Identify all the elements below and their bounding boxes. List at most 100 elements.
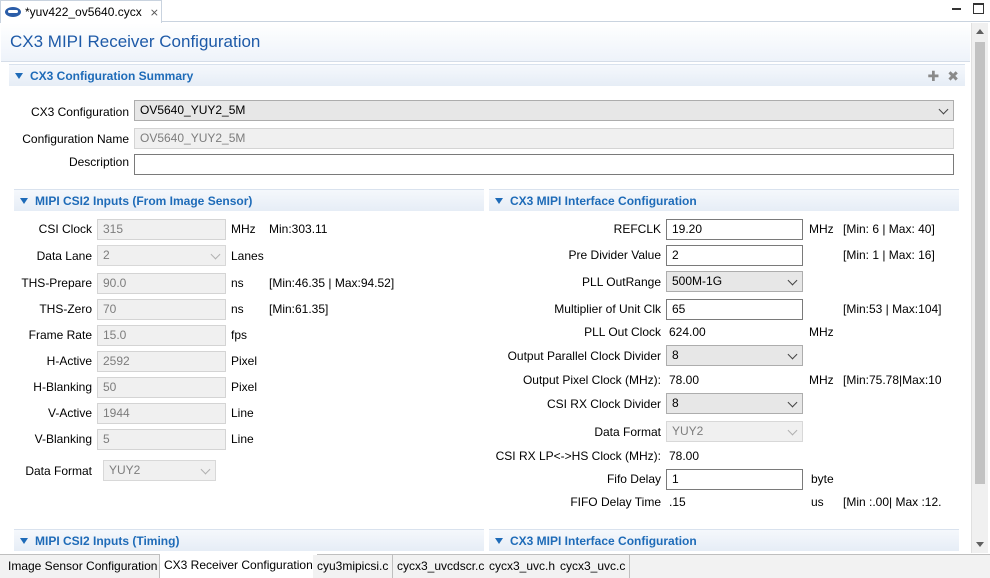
config-label: CX3 Configuration <box>30 105 129 119</box>
pll-outrange-select[interactable]: 500M-1G <box>666 271 803 292</box>
config-select[interactable]: OV5640_YUY2_5M <box>134 100 954 121</box>
v-blanking-field[interactable]: 5 <box>97 429 226 450</box>
chevron-down-icon <box>787 349 798 360</box>
fifo-delay-field[interactable]: 1 <box>666 469 803 490</box>
summary-section-title: CX3 Configuration Summary <box>30 68 194 83</box>
fifo-delay-time-value: .15 <box>669 495 686 509</box>
frame-rate-label: Frame Rate <box>28 328 92 342</box>
frame-rate-field[interactable]: 15.0 <box>97 325 226 346</box>
fifo-delay-unit: byte <box>811 472 834 486</box>
description-field[interactable] <box>134 154 954 175</box>
form-area: CX3 MIPI Receiver Configuration CX3 Conf… <box>1 23 970 553</box>
ths-zero-field[interactable]: 70 <box>97 299 226 320</box>
interface-section-header[interactable]: CX3 MIPI Interface Configuration <box>489 189 959 211</box>
editor-tab-title: *yuv422_ov5640.cycx <box>25 5 142 19</box>
bottom-tab-strip: Image Sensor Configuration CX3 Receiver … <box>0 554 990 578</box>
ths-zero-label: THS-Zero <box>39 302 92 316</box>
ths-prepare-unit: ns <box>231 276 244 290</box>
pre-divider-field[interactable]: 2 <box>666 245 803 266</box>
editor-tab[interactable]: *yuv422_ov5640.cycx ⨯ <box>0 0 162 23</box>
v-blanking-label: V-Blanking <box>34 432 92 446</box>
csi-data-format-label: Data Format <box>25 464 92 478</box>
tab-cycx3-uvc-h[interactable]: cycx3_uvc.h <box>485 555 561 578</box>
chevron-down-icon <box>787 275 798 286</box>
chevron-down-icon <box>787 425 798 436</box>
h-blanking-label: H-Blanking <box>33 380 92 394</box>
tab-image-sensor-configuration[interactable]: Image Sensor Configuration <box>4 555 163 578</box>
output-pixel-clock-label: Output Pixel Clock (MHz): <box>522 373 661 387</box>
pre-divider-note: [Min: 1 | Max: 16] <box>843 248 935 262</box>
interface-section2-title: CX3 MIPI Interface Configuration <box>510 533 697 548</box>
h-active-field[interactable]: 2592 <box>97 351 226 372</box>
ths-prepare-field[interactable]: 90.0 <box>97 273 226 294</box>
data-lane-unit: Lanes <box>231 249 264 263</box>
multiplier-field[interactable]: 65 <box>666 299 803 320</box>
description-label: Description <box>68 155 129 169</box>
refclk-note: [Min: 6 | Max: 40] <box>843 222 935 236</box>
csi-rx-divider-select[interactable]: 8 <box>666 393 803 414</box>
refclk-unit: MHz <box>809 222 834 236</box>
data-lane-select[interactable]: 2 <box>97 245 226 266</box>
collapse-triangle-icon <box>15 72 23 79</box>
collapse-triangle-icon <box>495 537 503 544</box>
h-active-unit: Pixel <box>231 354 258 368</box>
summary-section-header[interactable]: CX3 Configuration Summary ✚ ✖ <box>9 64 965 86</box>
csi-clock-unit: MHz <box>231 222 256 236</box>
h-blanking-field[interactable]: 50 <box>97 377 226 398</box>
csi-clock-note: Min:303.11 <box>269 222 328 236</box>
add-icon[interactable]: ✚ <box>928 68 940 85</box>
config-name-field[interactable]: OV5640_YUY2_5M <box>134 128 954 149</box>
output-parallel-divider-label: Output Parallel Clock Divider <box>507 349 661 363</box>
scroll-down-icon[interactable] <box>976 542 984 547</box>
v-active-field[interactable]: 1944 <box>97 403 226 424</box>
v-blanking-unit: Line <box>231 432 254 446</box>
multiplier-note: [Min:53 | Max:104] <box>843 302 941 316</box>
ths-zero-note: [Min:61.35] <box>269 302 329 316</box>
editor-tab-strip: *yuv422_ov5640.cycx ⨯ <box>0 0 990 23</box>
output-pixel-clock-unit: MHz <box>809 373 834 387</box>
interface-data-format-select[interactable]: YUY2 <box>666 421 803 442</box>
interface-data-format-label: Data Format <box>594 425 661 439</box>
vertical-scrollbar[interactable] <box>971 23 988 553</box>
collapse-triangle-icon <box>20 537 28 544</box>
interface-section2-header[interactable]: CX3 MIPI Interface Configuration <box>489 529 959 551</box>
ths-prepare-note: [Min:46.35 | Max:94.52] <box>269 276 395 290</box>
timing-section-header[interactable]: MIPI CSI2 Inputs (Timing) <box>14 529 484 551</box>
tab-cycx3-uvc-c[interactable]: cycx3_uvc.c <box>556 555 631 578</box>
output-pixel-clock-note: [Min:75.78|Max:100 <box>843 373 941 387</box>
delete-icon[interactable]: ✖ <box>947 68 959 85</box>
scroll-thumb[interactable] <box>975 42 985 484</box>
chevron-down-icon <box>938 104 949 115</box>
pll-out-clock-label: PLL Out Clock <box>584 325 661 339</box>
csi-clock-field[interactable]: 315 <box>97 219 226 240</box>
minimize-icon[interactable] <box>951 3 963 15</box>
collapse-triangle-icon <box>20 197 28 204</box>
scroll-up-icon[interactable] <box>976 29 984 34</box>
csi-clock-label: CSI Clock <box>38 222 92 236</box>
output-pixel-clock-value: 78.00 <box>669 373 700 387</box>
tab-cycx3-uvcdscr[interactable]: cycx3_uvcdscr.c <box>393 555 490 578</box>
fifo-delay-time-label: FIFO Delay Time <box>570 495 661 509</box>
page-title: CX3 MIPI Receiver Configuration <box>10 32 261 51</box>
frame-rate-unit: fps <box>231 328 248 342</box>
pre-divider-label: Pre Divider Value <box>568 248 661 262</box>
chevron-down-icon <box>200 464 211 475</box>
maximize-icon[interactable] <box>973 3 984 14</box>
refclk-field[interactable]: 19.20 <box>666 219 803 240</box>
cypress-logo-icon <box>5 6 21 18</box>
config-name-label: Configuration Name <box>22 132 129 146</box>
close-tab-icon[interactable]: ⨯ <box>150 6 159 19</box>
h-blanking-unit: Pixel <box>231 380 258 394</box>
csi-rx-divider-label: CSI RX Clock Divider <box>546 397 661 411</box>
fifo-delay-time-unit: us <box>811 495 824 509</box>
lp-hs-clock-label: CSI RX LP<->HS Clock (MHz): <box>495 449 661 463</box>
fifo-delay-time-note: [Min :.00| Max :12.6 <box>843 495 941 509</box>
tab-cx3-receiver-configuration[interactable]: CX3 Receiver Configuration <box>159 554 318 578</box>
timing-section-title: MIPI CSI2 Inputs (Timing) <box>35 533 180 548</box>
csi-data-format-select[interactable]: YUY2 <box>103 460 216 481</box>
csi-inputs-section-header[interactable]: MIPI CSI2 Inputs (From Image Sensor) <box>14 189 484 211</box>
output-parallel-divider-select[interactable]: 8 <box>666 345 803 366</box>
interface-section-title: CX3 MIPI Interface Configuration <box>510 193 697 208</box>
pll-out-clock-value: 624.00 <box>669 325 706 339</box>
tab-cyu3mipicsi[interactable]: cyu3mipicsi.c <box>313 555 394 578</box>
